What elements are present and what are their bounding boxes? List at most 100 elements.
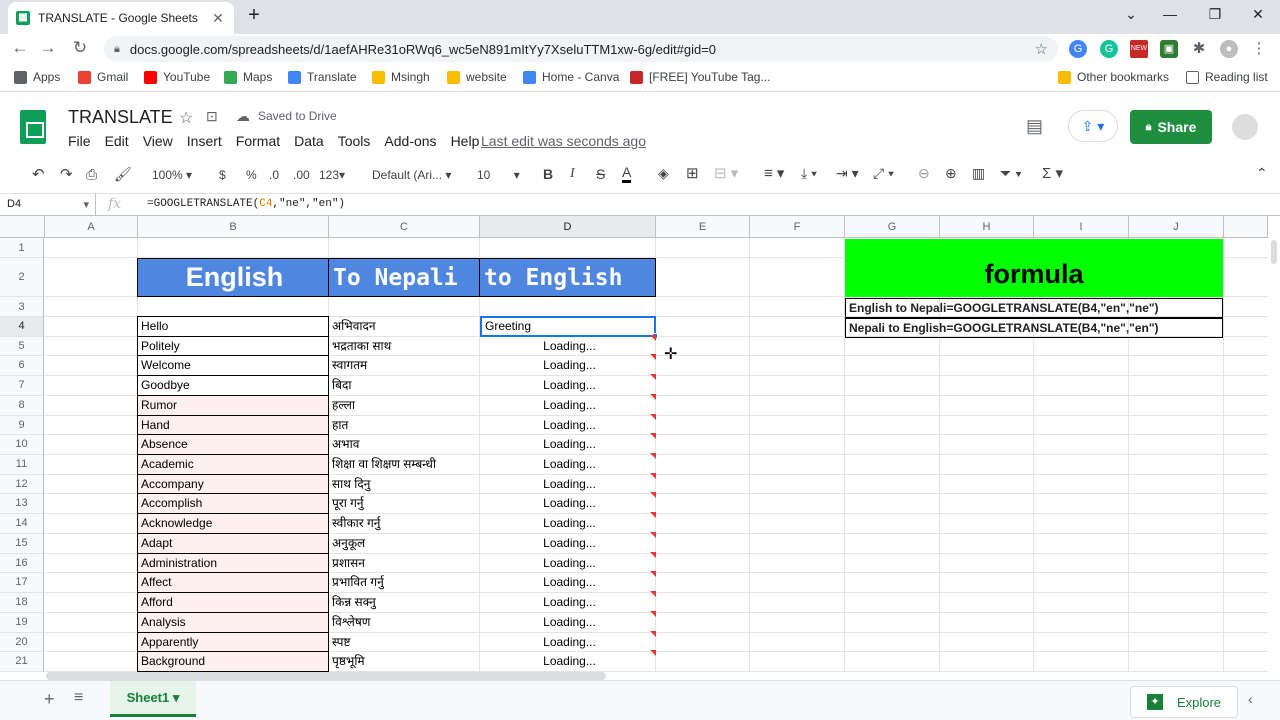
menu-tools[interactable]: Tools [338, 133, 371, 149]
nepali-translation-cell[interactable]: प्रभावित गर्नु [329, 573, 480, 593]
error-indicator-icon[interactable] [650, 531, 656, 538]
bookmark-item[interactable]: Apps [14, 70, 60, 84]
undo-icon[interactable]: ↶ [32, 165, 45, 183]
column-header[interactable]: F [750, 216, 845, 238]
back-icon[interactable]: ← [10, 38, 30, 58]
row-header[interactable]: 10 [0, 435, 44, 456]
loading-cell[interactable]: Loading... [480, 356, 656, 376]
new-tab-button[interactable]: + [243, 4, 265, 27]
currency-button[interactable]: $ [219, 168, 226, 182]
forward-icon[interactable]: → [38, 38, 58, 58]
loading-cell[interactable]: Loading... [480, 573, 656, 593]
share-button[interactable]: 🔒︎ Share [1130, 110, 1212, 144]
nepali-translation-cell[interactable]: शिक्षा वा शिक्षण सम्बन्धी [329, 455, 480, 475]
row-header[interactable]: 4 [0, 317, 44, 337]
sheet-extension-icon[interactable]: ▣ [1160, 40, 1178, 58]
loading-cell[interactable]: Loading... [480, 494, 656, 514]
font-size-select[interactable]: 10 ▾ [477, 168, 520, 182]
bookmark-item[interactable]: [FREE] YouTube Tag... [630, 70, 770, 84]
merge-cells-icon[interactable]: ⊟ ▾ [714, 164, 738, 182]
error-indicator-icon[interactable] [650, 571, 656, 578]
english-word-cell[interactable]: Afford [137, 592, 329, 613]
error-indicator-icon[interactable] [650, 492, 656, 499]
row-header[interactable]: 8 [0, 395, 44, 416]
align-vertical-icon[interactable]: ⤓ ▾ [801, 165, 817, 182]
english-word-cell[interactable]: Accomplish [137, 493, 329, 515]
nepali-translation-cell[interactable]: स्वागतम [329, 356, 480, 376]
english-word-cell[interactable]: Politely [137, 335, 329, 357]
reload-icon[interactable]: ↻ [70, 38, 90, 58]
error-indicator-icon[interactable] [650, 433, 656, 440]
menu-format[interactable]: Format [236, 133, 280, 149]
loading-cell[interactable]: Loading... [480, 633, 656, 653]
nepali-translation-cell[interactable]: स्वीकार गर्नु [329, 514, 480, 534]
error-indicator-icon[interactable] [650, 551, 656, 558]
all-sheets-icon[interactable]: ≡ [74, 689, 83, 707]
star-icon[interactable]: ☆ [179, 108, 193, 128]
error-indicator-icon[interactable] [650, 650, 656, 657]
browser-tab[interactable]: ▦ TRANSLATE - Google Sheets ✕ [8, 2, 234, 34]
more-formats-button[interactable]: 123▾ [319, 168, 345, 182]
bookmark-item[interactable]: Maps [224, 70, 272, 84]
english-word-cell[interactable]: Welcome [137, 355, 329, 377]
formula-input[interactable]: =GOOGLETRANSLATE(C4,"ne","en") [147, 198, 345, 210]
row-header[interactable]: 13 [0, 494, 44, 515]
row-header[interactable]: 17 [0, 573, 44, 594]
loading-cell[interactable]: Loading... [480, 514, 656, 534]
comment-icon[interactable]: ⊕ [945, 165, 957, 182]
english-word-cell[interactable]: Background [137, 651, 329, 672]
error-indicator-icon[interactable] [650, 453, 656, 460]
fill-color-icon[interactable]: ◈ [658, 165, 669, 182]
header-english[interactable]: English [137, 258, 329, 297]
loading-cell[interactable]: Loading... [480, 593, 656, 613]
column-header[interactable]: C [329, 216, 480, 238]
nepali-translation-cell[interactable]: भद्रताका साथ [329, 337, 480, 357]
last-edit-link[interactable]: Last edit was seconds ago [481, 133, 646, 149]
column-header[interactable] [1224, 216, 1268, 238]
column-header[interactable]: A [45, 216, 138, 238]
error-indicator-icon[interactable] [650, 393, 656, 400]
new-extension-icon[interactable]: NEW [1130, 40, 1148, 58]
row-header[interactable]: 19 [0, 612, 44, 633]
vertical-scrollbar[interactable] [1271, 240, 1277, 264]
reading-list[interactable]: Reading list [1186, 70, 1268, 84]
zoom-select[interactable]: 100% ▾ [152, 168, 192, 182]
loading-cell[interactable]: Loading... [480, 613, 656, 633]
column-header[interactable]: B [138, 216, 329, 238]
bookmark-item[interactable]: Translate [288, 70, 357, 84]
link-icon[interactable]: ⊖ [918, 165, 930, 182]
omnibox[interactable]: 🔒︎ docs.google.com/spreadsheets/d/1aefAH… [104, 36, 1058, 62]
sheets-logo-icon[interactable] [20, 110, 46, 144]
extensions-puzzle-icon[interactable]: ✱ [1190, 40, 1208, 58]
menu-data[interactable]: Data [294, 133, 324, 149]
tab-search-icon[interactable]: ⌄ [1121, 6, 1141, 23]
nepali-translation-cell[interactable]: अभिवादन [329, 317, 480, 337]
menu-help[interactable]: Help [451, 133, 480, 149]
loading-cell[interactable]: Loading... [480, 554, 656, 574]
menu-view[interactable]: View [143, 133, 173, 149]
add-sheet-icon[interactable]: + [44, 689, 55, 710]
increase-decimal-button[interactable]: .00 [293, 168, 310, 182]
row-header[interactable]: 15 [0, 533, 44, 554]
close-window-button[interactable]: ✕ [1248, 6, 1268, 23]
paint-format-icon[interactable]: 🖌︎ [114, 166, 132, 183]
bookmark-star-icon[interactable]: ☆ [1035, 40, 1048, 58]
nepali-translation-cell[interactable]: स्पष्ट [329, 633, 480, 653]
close-tab-icon[interactable]: ✕ [210, 10, 226, 27]
english-word-cell[interactable]: Hand [137, 414, 329, 436]
text-color-button[interactable]: A [622, 164, 632, 183]
document-title[interactable]: TRANSLATE [68, 107, 173, 128]
bookmark-item[interactable]: website [447, 70, 507, 84]
decrease-decimal-button[interactable]: .0 [269, 168, 279, 182]
bookmark-item[interactable]: Msingh [372, 70, 430, 84]
comments-icon[interactable]: ▤ [1026, 116, 1043, 137]
font-select[interactable]: Default (Ari... ▾ [372, 168, 451, 182]
loading-cell[interactable]: Loading... [480, 435, 656, 455]
row-header[interactable]: 14 [0, 514, 44, 534]
english-word-cell[interactable]: Hello [137, 316, 329, 337]
menu-add-ons[interactable]: Add-ons [384, 133, 436, 149]
formula-line-nepali-to-english[interactable]: Nepali to English=GOOGLETRANSLATE(B4,"ne… [845, 318, 1223, 338]
nepali-translation-cell[interactable]: बिदा [329, 376, 480, 396]
percent-button[interactable]: % [246, 168, 257, 182]
row-header[interactable]: 7 [0, 376, 44, 396]
